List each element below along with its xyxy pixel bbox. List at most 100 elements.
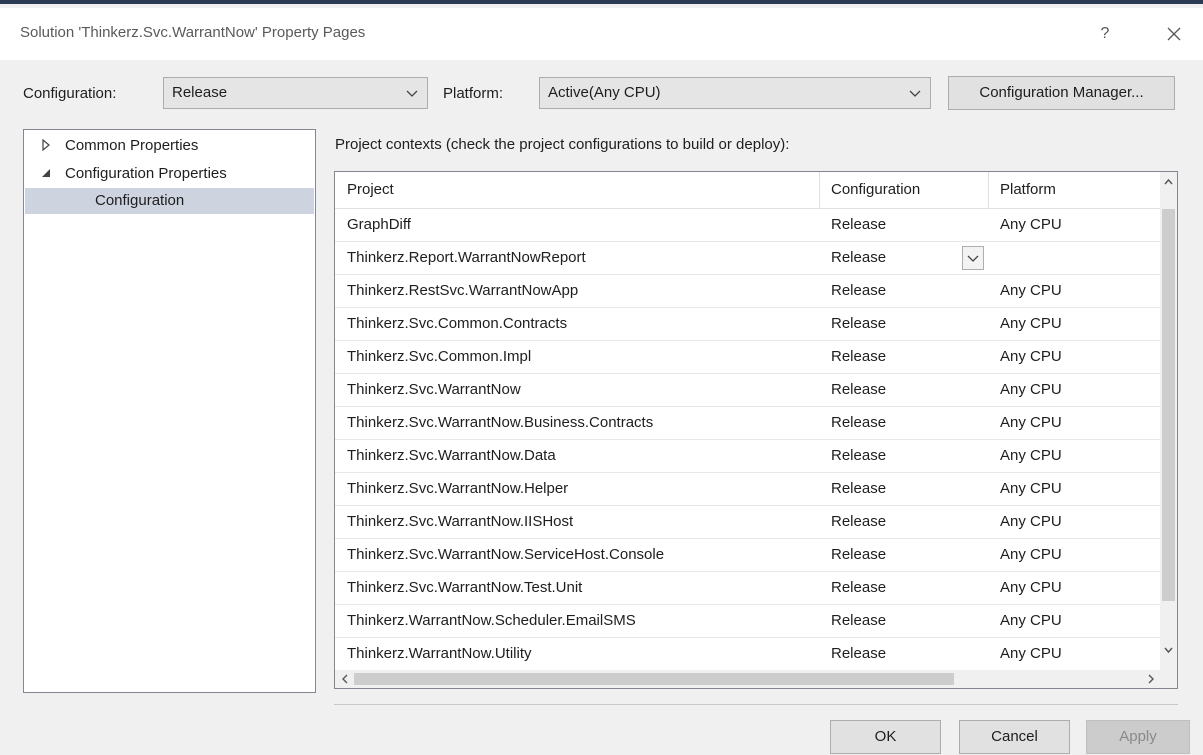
column-header-project[interactable]: Project (347, 181, 394, 198)
platform-cell[interactable]: Any CPU (1000, 414, 1062, 431)
chevron-down-icon (406, 90, 418, 97)
configuration-cell[interactable]: Release (831, 348, 886, 365)
platform-cell[interactable]: Any CPU (1000, 216, 1062, 233)
project-contexts-grid: Project Configuration Platform GraphDiff… (334, 171, 1178, 689)
scroll-right-icon[interactable] (1144, 672, 1158, 686)
table-row[interactable]: Thinkerz.Svc.Common.Impl Release Any CPU (335, 341, 1161, 374)
tree-item-label: Common Properties (65, 137, 199, 154)
configuration-value: Release (172, 84, 228, 101)
table-row[interactable]: Thinkerz.Svc.WarrantNow.Data Release Any… (335, 440, 1161, 473)
project-contexts-label: Project contexts (check the project conf… (335, 136, 790, 153)
platform-label: Platform: (443, 85, 504, 102)
configuration-cell[interactable]: Release (831, 480, 886, 497)
platform-cell[interactable]: Any CPU (1000, 480, 1062, 497)
close-icon (1167, 27, 1181, 41)
chevron-down-icon (909, 90, 921, 97)
configuration-cell[interactable]: Release (831, 447, 886, 464)
platform-cell[interactable]: Any CPU (1000, 282, 1062, 299)
vertical-scroll-thumb[interactable] (1162, 209, 1175, 601)
table-row[interactable]: Thinkerz.Svc.WarrantNow.Test.Unit Releas… (335, 572, 1161, 605)
platform-cell[interactable]: Any CPU (1000, 513, 1062, 530)
platform-cell[interactable]: Any CPU (1000, 447, 1062, 464)
tree-item-label: Configuration (95, 192, 185, 209)
table-row[interactable]: Thinkerz.RestSvc.WarrantNowApp Release A… (335, 275, 1161, 308)
configuration-cell[interactable]: Release (831, 546, 886, 563)
horizontal-scrollbar[interactable] (335, 670, 1161, 688)
apply-button[interactable]: Apply (1086, 720, 1190, 754)
platform-cell[interactable]: Any CPU (1000, 348, 1062, 365)
table-row[interactable]: Thinkerz.Svc.WarrantNow.Helper Release A… (335, 473, 1161, 506)
table-row[interactable]: Thinkerz.Svc.WarrantNow Release Any CPU (335, 374, 1161, 407)
platform-cell[interactable]: Any CPU (1000, 612, 1062, 629)
ok-button[interactable]: OK (830, 720, 941, 754)
project-cell: Thinkerz.Svc.WarrantNow.Test.Unit (347, 579, 583, 596)
scroll-left-icon[interactable] (338, 672, 352, 686)
project-cell: Thinkerz.Svc.Common.Contracts (347, 315, 568, 332)
horizontal-scroll-thumb[interactable] (354, 673, 954, 685)
scroll-corner (1160, 670, 1177, 688)
vertical-scrollbar[interactable] (1160, 172, 1177, 672)
project-cell: GraphDiff (347, 216, 411, 233)
project-cell: Thinkerz.Svc.Common.Impl (347, 348, 532, 365)
configuration-cell[interactable]: Release (831, 282, 886, 299)
table-row[interactable]: GraphDiff Release Any CPU (335, 209, 1161, 242)
platform-combobox[interactable]: Active(Any CPU) (539, 77, 931, 109)
configuration-cell[interactable]: Release (831, 414, 886, 431)
column-header-configuration[interactable]: Configuration (831, 181, 920, 198)
table-row[interactable]: Thinkerz.Svc.WarrantNow.ServiceHost.Cons… (335, 539, 1161, 572)
table-row[interactable]: Thinkerz.Svc.WarrantNow.IISHost Release … (335, 506, 1161, 539)
table-row[interactable]: Thinkerz.Svc.WarrantNow.Business.Contrac… (335, 407, 1161, 440)
column-header-platform[interactable]: Platform (1000, 181, 1056, 198)
configuration-cell[interactable]: Release (831, 513, 886, 530)
project-cell: Thinkerz.RestSvc.WarrantNowApp (347, 282, 579, 299)
configuration-manager-button[interactable]: Configuration Manager... (948, 76, 1175, 110)
table-row[interactable]: Thinkerz.Svc.Common.Contracts Release An… (335, 308, 1161, 341)
project-cell: Thinkerz.Svc.WarrantNow.Business.Contrac… (347, 414, 654, 431)
platform-cell[interactable]: Any CPU (1000, 579, 1062, 596)
table-row[interactable]: Thinkerz.WarrantNow.Utility Release Any … (335, 638, 1161, 671)
platform-cell[interactable]: Any CPU (1000, 645, 1062, 662)
configuration-cell[interactable]: Release (831, 216, 886, 233)
collapse-arrow-icon[interactable] (40, 167, 52, 179)
column-divider[interactable] (819, 172, 820, 209)
project-cell: Thinkerz.Svc.WarrantNow (347, 381, 521, 398)
table-row[interactable]: Thinkerz.WarrantNow.Scheduler.EmailSMS R… (335, 605, 1161, 638)
configuration-cell[interactable]: Release (831, 381, 886, 398)
configuration-cell[interactable]: Release (831, 249, 886, 266)
expand-arrow-icon[interactable] (40, 139, 52, 151)
configuration-dropdown-button[interactable] (962, 246, 984, 270)
platform-cell[interactable]: Any CPU (1000, 546, 1062, 563)
project-cell: Thinkerz.WarrantNow.Scheduler.EmailSMS (347, 612, 636, 629)
project-cell: Thinkerz.Svc.WarrantNow.Helper (347, 480, 569, 497)
project-cell: Thinkerz.Report.WarrantNowReport (347, 249, 586, 266)
tree-item-common-properties[interactable]: Common Properties (25, 133, 314, 159)
platform-value: Active(Any CPU) (548, 84, 661, 101)
table-row[interactable]: Thinkerz.Report.WarrantNowReport Release (335, 242, 1161, 275)
cancel-button[interactable]: Cancel (959, 720, 1070, 754)
tree-item-label: Configuration Properties (65, 165, 227, 182)
help-button[interactable]: ? (1091, 20, 1119, 48)
platform-cell[interactable]: Any CPU (1000, 315, 1062, 332)
configuration-cell[interactable]: Release (831, 645, 886, 662)
scroll-up-icon[interactable] (1162, 175, 1175, 189)
configuration-combobox[interactable]: Release (163, 77, 428, 109)
tree-item-configuration[interactable]: Configuration (25, 188, 314, 214)
project-cell: Thinkerz.Svc.WarrantNow.ServiceHost.Cons… (347, 546, 665, 563)
title-bar: Solution 'Thinkerz.Svc.WarrantNow' Prope… (0, 8, 1203, 60)
configuration-cell[interactable]: Release (831, 579, 886, 596)
tree-item-configuration-properties[interactable]: Configuration Properties (25, 161, 314, 187)
column-divider[interactable] (988, 172, 989, 209)
property-pages-dialog: Solution 'Thinkerz.Svc.WarrantNow' Prope… (0, 0, 1203, 755)
project-cell: Thinkerz.Svc.WarrantNow.Data (347, 447, 556, 464)
project-cell: Thinkerz.Svc.WarrantNow.IISHost (347, 513, 574, 530)
property-tree: Common Properties Configuration Properti… (23, 129, 316, 693)
project-cell: Thinkerz.WarrantNow.Utility (347, 645, 532, 662)
window-title: Solution 'Thinkerz.Svc.WarrantNow' Prope… (20, 24, 366, 41)
configuration-cell[interactable]: Release (831, 315, 886, 332)
configuration-cell[interactable]: Release (831, 612, 886, 629)
scroll-down-icon[interactable] (1162, 643, 1175, 657)
close-button[interactable] (1160, 20, 1188, 48)
chevron-down-icon (967, 255, 979, 262)
platform-cell[interactable]: Any CPU (1000, 381, 1062, 398)
configuration-label: Configuration: (23, 85, 117, 102)
